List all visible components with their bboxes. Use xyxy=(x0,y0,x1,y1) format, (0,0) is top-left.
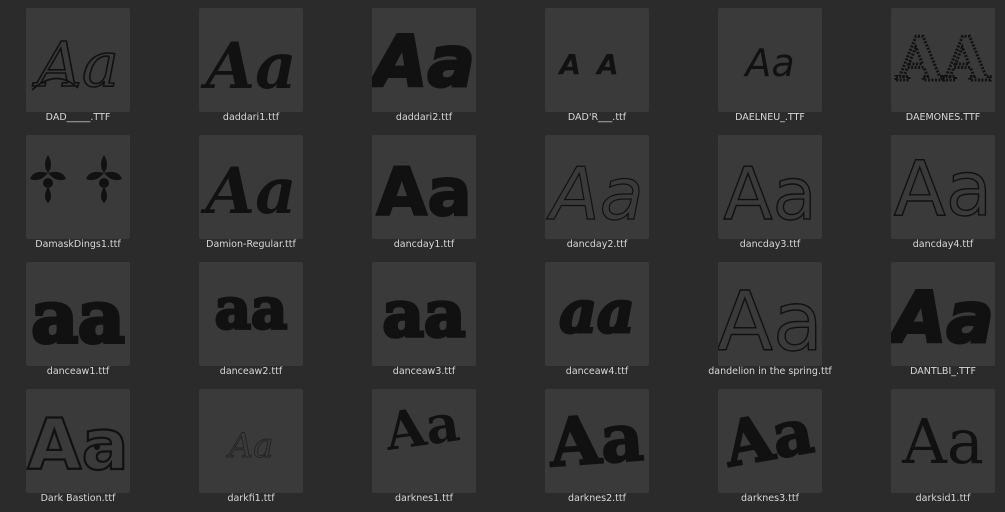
thin-sans-aa-preview-icon: Aa xyxy=(718,135,822,239)
font-file-item[interactable]: aa danceaw3.ttf xyxy=(320,254,480,377)
font-file-item[interactable]: Aa daddari2.ttf xyxy=(320,0,480,123)
svg-text:Aa: Aa xyxy=(718,275,822,366)
angular-aa-preview-icon: Aa xyxy=(545,389,649,493)
font-file-item[interactable]: Aa daddari1.ttf xyxy=(147,0,307,123)
svg-text:Aa: Aa xyxy=(718,394,819,481)
svg-text:Aa: Aa xyxy=(723,152,816,236)
svg-text:Aa: Aa xyxy=(376,154,472,231)
svg-text:aa: aa xyxy=(31,274,124,359)
svg-text:Aa: Aa xyxy=(372,21,475,103)
svg-text:Aa: Aa xyxy=(894,144,993,233)
font-file-item[interactable]: Aa DANTLBI_.TTF xyxy=(839,254,999,377)
svg-text:Aa: Aa xyxy=(546,398,646,482)
brush-aa-preview-icon: Aa xyxy=(199,8,303,112)
font-file-item[interactable]: Aa dancday4.ttf xyxy=(839,127,999,250)
font-file-item[interactable]: aa danceaw4.ttf xyxy=(493,254,653,377)
blob-aa-preview-icon: aa xyxy=(372,262,476,366)
font-file-name: DANTLBI_.TTF xyxy=(910,366,976,377)
svg-text:Aa: Aa xyxy=(200,154,296,229)
svg-text:Aa: Aa xyxy=(742,41,794,85)
bold-brush-aa-preview-icon: Aa xyxy=(372,8,476,112)
font-file-item[interactable]: Aa darknes1.ttf xyxy=(320,381,480,504)
thin-hand-aa-preview-icon: Aa xyxy=(718,262,822,366)
font-file-item[interactable]: Aa dancday2.ttf xyxy=(493,127,653,250)
script-aa-preview-icon: Aa xyxy=(26,8,130,112)
font-file-item[interactable]: Aa darknes2.ttf xyxy=(493,381,653,504)
script-bold-aa-preview-icon: Aa xyxy=(199,135,303,239)
svg-text:Aa: Aa xyxy=(381,392,464,463)
font-file-item[interactable]: Aa dancday1.ttf xyxy=(320,127,480,250)
font-file-item[interactable]: aa danceaw1.ttf xyxy=(0,254,134,377)
svg-text:AA: AA xyxy=(557,48,634,81)
svg-text:Aa: Aa xyxy=(891,277,994,359)
font-file-item[interactable]: Aa darkfi1.ttf xyxy=(147,381,307,504)
damask-ornament-preview-icon xyxy=(26,135,130,239)
distressed-aa-preview-icon: AA xyxy=(891,8,995,112)
svg-text:aa: aa xyxy=(383,277,466,352)
font-file-item[interactable]: DamaskDings1.ttf xyxy=(0,127,134,250)
font-file-item[interactable]: Aa darknes3.ttf xyxy=(666,381,826,504)
angular-aa-preview-icon: Aa xyxy=(372,389,476,493)
svg-text:Aa: Aa xyxy=(200,29,296,104)
font-file-item[interactable]: aa danceaw2.ttf xyxy=(147,254,307,377)
font-file-grid: Aa DAD_____.TTF Aa daddari1.ttf Aa daddari2.t… xyxy=(0,0,1005,512)
svg-text:Aa: Aa xyxy=(226,426,274,466)
font-file-item[interactable]: Aa Damion-Regular.ttf xyxy=(147,127,307,250)
font-file-name: DAEMONES.TTF xyxy=(905,112,981,123)
heavy-slant-aa-preview-icon: Aa xyxy=(891,262,995,366)
font-file-item[interactable]: Aa dandelion in the spring.ttf xyxy=(666,254,832,377)
font-file-item[interactable]: AA DAEMONES.TTF xyxy=(839,0,999,123)
svg-text:Aa: Aa xyxy=(27,404,128,486)
svg-text:AA: AA xyxy=(895,25,991,95)
angular-aa-preview-icon: Aa xyxy=(718,389,822,493)
font-file-item[interactable]: Aa darksid1.ttf xyxy=(839,381,999,504)
svg-text:Aa: Aa xyxy=(32,28,119,101)
svg-text:Aa: Aa xyxy=(901,405,984,478)
font-file-name: darksid1.ttf xyxy=(915,493,971,504)
thin-sans-aa-preview-icon: Aa xyxy=(891,135,995,239)
blob-aa-preview-icon: aa xyxy=(199,262,303,366)
font-file-item[interactable]: Aa DAD_____.TTF xyxy=(0,0,134,123)
svg-text:aa: aa xyxy=(559,278,634,346)
font-file-name: dancday4.ttf xyxy=(912,239,974,250)
font-file-item[interactable]: Aa Dark Bastion.ttf xyxy=(0,381,134,504)
font-file-item[interactable]: AA DAD'R___.ttf xyxy=(493,0,653,123)
blob-aa-preview-icon: aa xyxy=(545,262,649,366)
blob-aa-preview-icon: aa xyxy=(26,262,130,366)
heavy-sans-aa-preview-icon: Aa xyxy=(372,135,476,239)
svg-text:aa: aa xyxy=(215,276,288,342)
thin-sans-aa-preview-icon: Aa xyxy=(545,135,649,239)
serif-aa-preview-icon: Aa xyxy=(891,389,995,493)
font-file-item[interactable]: Aa DAELNEU_.TTF xyxy=(666,0,826,123)
faint-script-aa-preview-icon: Aa xyxy=(199,389,303,493)
outlined-aa-preview-icon: Aa xyxy=(26,389,130,493)
small-caps-aa-preview-icon: AA xyxy=(545,8,649,112)
svg-text:Aa: Aa xyxy=(546,152,643,236)
font-file-item[interactable]: Aa dancday3.ttf xyxy=(666,127,826,250)
hand-aa-preview-icon: Aa xyxy=(718,8,822,112)
